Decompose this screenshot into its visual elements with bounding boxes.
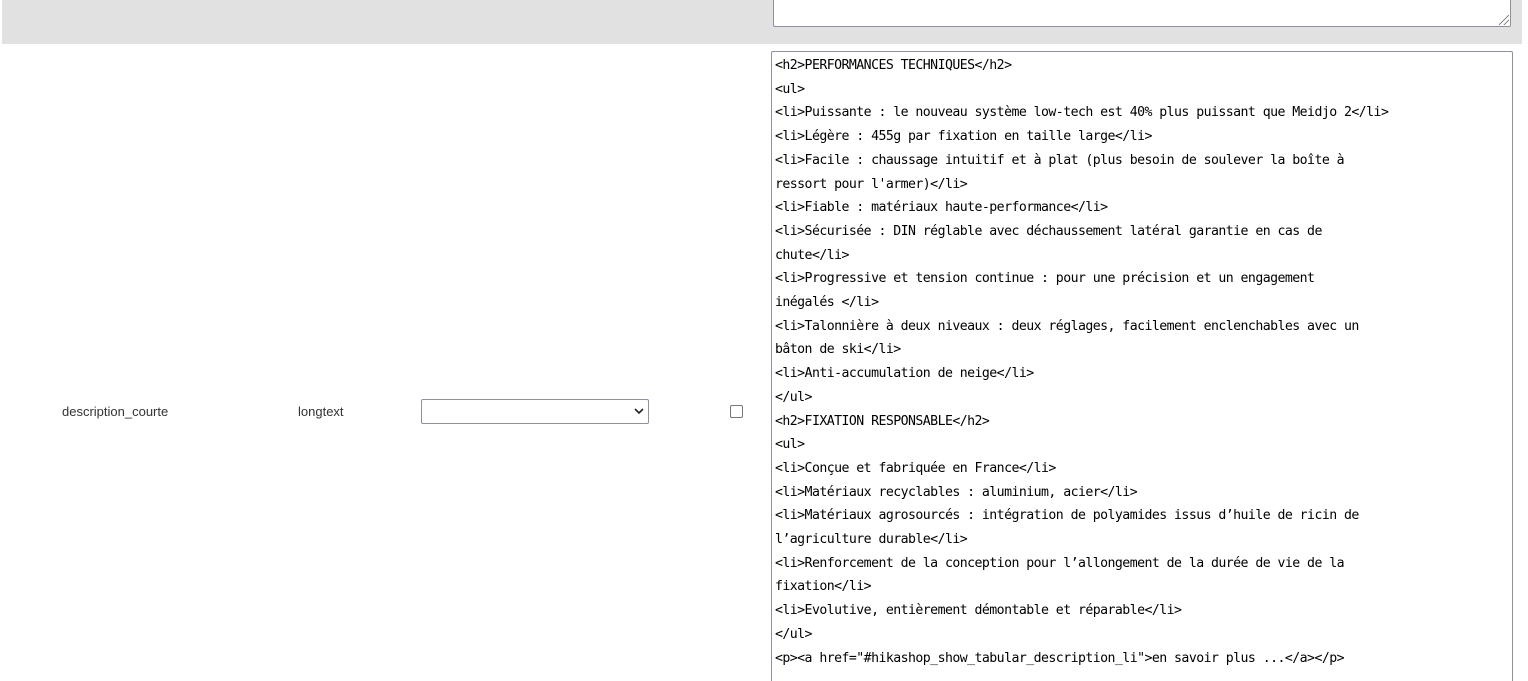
content-line: <li>Talonnière à deux niveaux : deux rég…: [775, 318, 1359, 334]
field-name-label: description_courte: [62, 404, 169, 419]
content-line: l’agriculture durable</li>: [775, 532, 968, 548]
content-line: <li>Evolutive, entièrement démontable et…: [775, 603, 1182, 619]
content-line: <ul>: [775, 437, 805, 453]
field-checkbox[interactable]: [730, 405, 743, 418]
previous-field-row: [2, 0, 1522, 44]
content-line: <li>Puissante : le nouveau système low-t…: [775, 105, 1389, 121]
field-type-label: longtext: [298, 404, 344, 419]
content-line: <li>Renforcement de la conception pour l…: [775, 555, 1345, 571]
field-option-select[interactable]: [421, 399, 649, 424]
content-line: <li>Facile : chaussage intuitif et à pla…: [775, 152, 1345, 168]
content-line: </ul>: [775, 626, 813, 642]
field-content-textarea[interactable]: <h2>PERFORMANCES TECHNIQUES</h2> <ul> <li>…: [771, 51, 1513, 681]
content-line: <h2>PERFORMANCES TECHNIQUES</h2>: [775, 58, 1012, 73]
content-line: inégalés </li>: [775, 295, 879, 311]
content-line: fixation</li>: [775, 579, 872, 595]
content-line: <ul>: [775, 81, 805, 97]
content-line: <li>Conçue et fabriquée en France</li>: [775, 460, 1056, 476]
content-line: <li>Matériaux recyclables : aluminium, a…: [775, 484, 1138, 500]
content-line: bâton de ski</li>: [775, 342, 901, 358]
content-line: </ul>: [775, 389, 813, 405]
content-line: <li>Anti-accumulation de neige</li>: [775, 366, 1034, 382]
content-line: <li>Sécurisée : DIN réglable avec déchau…: [775, 223, 1322, 239]
chevron-down-icon: [634, 408, 644, 415]
content-line: <p><a href="#hikashop_show_tabular_descr…: [775, 650, 1345, 666]
content-line: <h2>FIXATION RESPONSABLE</h2>: [775, 413, 990, 429]
content-line: chute</li>: [775, 247, 849, 263]
page: description_courte longtext <h2>PERFORMA…: [0, 0, 1528, 681]
content-line: <li>Fiable : matériaux haute-performance…: [775, 200, 1108, 216]
content-line: <li>Légère : 455g par fixation en taille…: [775, 129, 1152, 145]
previous-field-textarea[interactable]: [773, 0, 1511, 27]
resize-grip-icon[interactable]: [1499, 15, 1509, 25]
content-line: <li>Progressive et tension continue : po…: [775, 271, 1315, 287]
content-line: ressort pour l'armer)</li>: [775, 176, 968, 192]
content-line: <li>Matériaux agrosourcés : intégration …: [775, 508, 1359, 524]
